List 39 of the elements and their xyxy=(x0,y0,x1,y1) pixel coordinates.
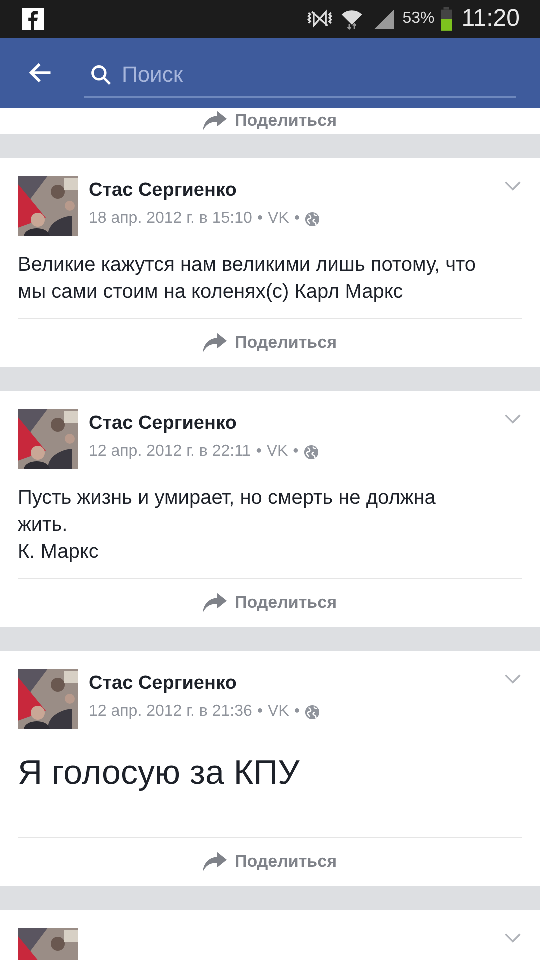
chevron-down-icon[interactable] xyxy=(504,180,522,192)
author-name[interactable]: Стас Сергиенко xyxy=(89,673,504,695)
share-icon xyxy=(202,333,227,353)
share-button[interactable]: Поделиться xyxy=(0,108,540,134)
separator-dot: • xyxy=(293,443,299,461)
author-name[interactable]: Стас Сергиенко xyxy=(89,180,504,202)
battery-percent: 53% xyxy=(402,10,435,28)
separator-dot: • xyxy=(294,210,300,228)
clock: 11:20 xyxy=(462,5,520,33)
post-source: VK xyxy=(268,703,290,721)
post-date[interactable]: 18 апр. 2012 г. в 15:10 xyxy=(89,210,252,228)
share-button[interactable]: Поделиться xyxy=(18,319,522,367)
app-icon xyxy=(22,8,44,30)
post-source: VK xyxy=(266,443,288,461)
chevron-down-icon[interactable] xyxy=(504,673,522,685)
chevron-down-icon[interactable] xyxy=(504,932,522,944)
globe-icon xyxy=(304,444,319,460)
chevron-down-icon[interactable] xyxy=(504,413,522,425)
vibrate-icon xyxy=(306,8,333,30)
globe-icon xyxy=(304,704,320,720)
battery-icon xyxy=(440,7,452,31)
share-button[interactable]: Поделиться xyxy=(18,838,522,886)
post-text: Пусть жизнь и умирает, но смерть не должна жить. К. Маркс xyxy=(18,486,437,565)
share-icon xyxy=(202,852,227,872)
post-date[interactable]: 12 апр. 2012 г. в 21:36 xyxy=(89,703,252,721)
globe-icon xyxy=(304,212,320,226)
share-icon xyxy=(202,111,227,131)
separator-dot: • xyxy=(256,443,262,461)
share-icon xyxy=(202,593,227,613)
separator-dot: • xyxy=(294,703,300,721)
author-name[interactable]: Стас Сергиенко xyxy=(89,413,504,435)
post-text: Великие кажутся нам великими лишь потому, что мы сами стоим на коленях(с) Карл Маркс xyxy=(18,253,478,305)
post-date[interactable]: 12 апр. 2012 г. в 22:11 xyxy=(89,443,252,461)
share-button[interactable]: Поделиться xyxy=(18,579,522,627)
post-source: VK xyxy=(268,210,290,228)
search-icon xyxy=(90,64,112,86)
separator-dot: • xyxy=(257,210,263,228)
separator-dot: • xyxy=(257,703,263,721)
post-text: Я голосую за КПУ xyxy=(18,753,301,793)
